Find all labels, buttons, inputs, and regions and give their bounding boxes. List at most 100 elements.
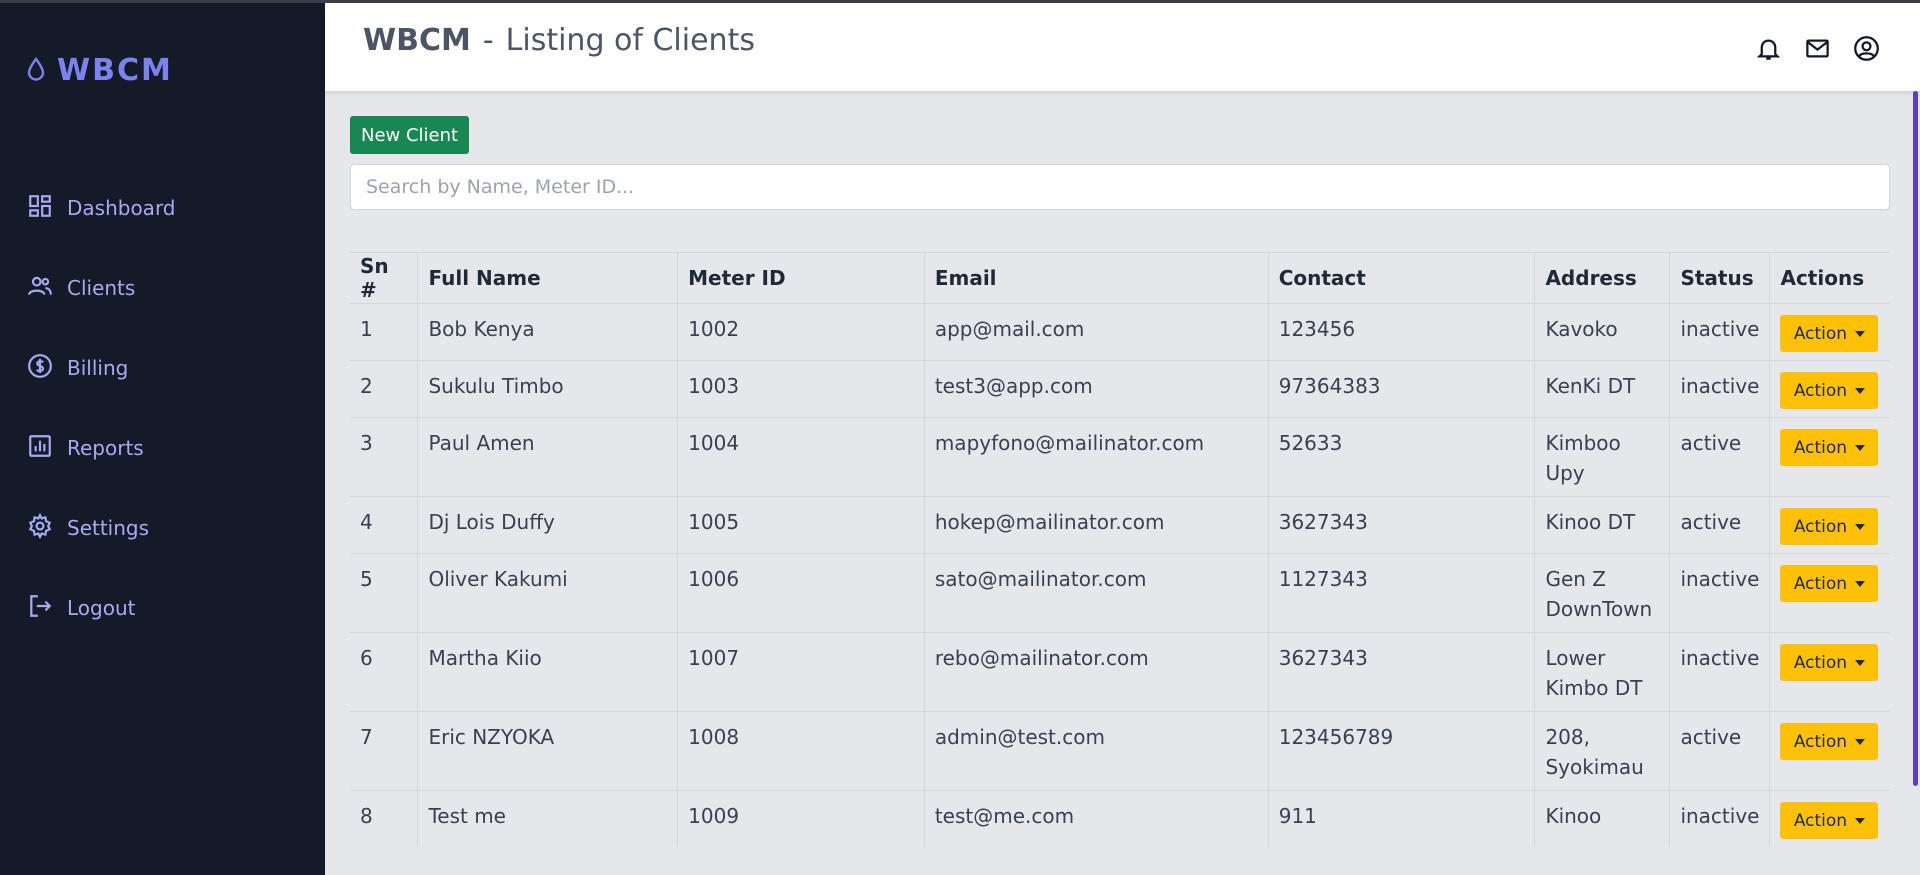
cell-meter-id: 1006 [677,553,925,633]
caret-down-icon [1855,330,1866,337]
logout-icon [27,593,53,623]
cell-actions: Action [1769,553,1890,633]
action-dropdown-button[interactable]: Action [1780,565,1879,602]
mail-icon[interactable] [1804,35,1831,62]
table-row: 3 Paul Amen 1004 mapyfono@mailinator.com… [350,417,1890,497]
cell-sn: 5 [350,553,419,633]
address-line: Syokimau [1545,755,1644,779]
cell-sn: 2 [350,360,419,418]
cell-full-name: Dj Lois Duffy [417,496,679,554]
sidebar-item-settings[interactable]: Settings [0,488,325,568]
caret-down-icon [1855,444,1866,451]
action-label: Action [1793,437,1848,458]
header-actions [1755,35,1880,62]
address-line: Gen Z [1545,567,1606,591]
cell-status: inactive [1669,553,1771,633]
sidebar-item-label: Settings [67,516,150,540]
action-dropdown-button[interactable]: Action [1780,372,1879,409]
sidebar-item-label: Billing [67,356,129,380]
action-label: Action [1793,652,1848,673]
action-dropdown-button[interactable]: Action [1780,508,1879,545]
cell-contact: 1127343 [1268,553,1536,633]
cell-status: active [1669,417,1771,497]
column-header-actions: Actions [1769,252,1890,304]
cell-email: mapyfono@mailinator.com [924,417,1269,497]
address-line: Kimbo DT [1545,676,1643,700]
cell-email: test@me.com [924,790,1269,847]
cell-full-name: Oliver Kakumi [417,553,679,633]
column-header-status[interactable]: Status [1669,252,1771,304]
cell-full-name: Eric NZYOKA [417,711,679,791]
cell-meter-id: 1009 [677,790,925,847]
users-icon [27,273,53,303]
cell-address: Kavoko [1534,303,1671,361]
table-row: 8 Test me 1009 test@me.com 911 Kinoo ina… [350,790,1890,847]
vertical-scrollbar[interactable] [1913,91,1918,786]
cell-contact: 123456789 [1268,711,1536,791]
action-dropdown-button[interactable]: Action [1780,723,1879,760]
window-top-border [0,0,1920,3]
sidebar-item-reports[interactable]: Reports [0,408,325,488]
sidebar-item-dashboard[interactable]: Dashboard [0,168,325,248]
cell-actions: Action [1769,496,1890,554]
cell-contact: 3627343 [1268,632,1536,712]
action-label: Action [1793,380,1848,401]
sidebar-item-logout[interactable]: Logout [0,568,325,648]
address-line: Kinoo DT [1545,510,1636,534]
cell-actions: Action [1769,790,1890,847]
cell-address: Lower Kimbo DT [1534,632,1671,712]
cell-sn: 6 [350,632,419,712]
column-header-address[interactable]: Address [1534,252,1671,304]
user-circle-icon[interactable] [1853,35,1880,62]
page-title: WBCM - Listing of Clients [363,23,755,58]
cell-email: sato@mailinator.com [924,553,1269,633]
table-row: 1 Bob Kenya 1002 app@mail.com 123456 Kav… [350,303,1890,361]
cell-sn: 4 [350,496,419,554]
caret-down-icon [1855,387,1866,394]
column-header-email[interactable]: Email [924,252,1269,304]
column-header-full-name[interactable]: Full Name [417,252,679,304]
cell-full-name: Test me [417,790,679,847]
column-header-meter-id[interactable]: Meter ID [677,252,925,304]
action-dropdown-button[interactable]: Action [1780,644,1879,681]
table-row: 2 Sukulu Timbo 1003 test3@app.com 973643… [350,360,1890,418]
cell-meter-id: 1004 [677,417,925,497]
new-client-button[interactable]: New Client [350,116,470,154]
cell-address: Kinoo [1534,790,1671,847]
sidebar: WBCM Dashboard Clients Billing Reports S… [0,3,325,875]
cell-contact: 52633 [1268,417,1536,497]
bell-icon[interactable] [1755,35,1782,62]
column-header-contact[interactable]: Contact [1268,252,1536,304]
dollar-icon [27,353,53,383]
address-line: Lower [1545,646,1606,670]
address-line: KenKi DT [1545,374,1636,398]
action-dropdown-button[interactable]: Action [1780,802,1879,839]
sidebar-item-billing[interactable]: Billing [0,328,325,408]
cell-status: active [1669,496,1771,554]
brand-logo[interactable]: WBCM [27,53,173,88]
sidebar-item-clients[interactable]: Clients [0,248,325,328]
address-line: Kimboo [1545,431,1621,455]
caret-down-icon [1855,738,1866,745]
cell-actions: Action [1769,303,1890,361]
table-row: 4 Dj Lois Duffy 1005 hokep@mailinator.co… [350,496,1890,554]
column-header-sn[interactable]: Sn # [350,252,419,304]
table-header-row: Sn # Full Name Meter ID Email Contact Ad… [350,252,1890,304]
cell-meter-id: 1002 [677,303,925,361]
caret-down-icon [1855,523,1866,530]
sidebar-item-label: Reports [67,436,144,460]
title-separator: - [482,23,494,58]
cell-email: rebo@mailinator.com [924,632,1269,712]
cell-meter-id: 1008 [677,711,925,791]
chart-icon [27,433,53,463]
cell-full-name: Bob Kenya [417,303,679,361]
cell-actions: Action [1769,632,1890,712]
top-header: WBCM - Listing of Clients [325,3,1920,91]
cell-actions: Action [1769,417,1890,497]
action-dropdown-button[interactable]: Action [1780,429,1879,466]
search-input[interactable] [350,164,1890,210]
sidebar-item-label: Dashboard [67,196,176,220]
brand-name: WBCM [57,53,173,88]
cell-contact: 123456 [1268,303,1536,361]
action-dropdown-button[interactable]: Action [1780,315,1879,352]
